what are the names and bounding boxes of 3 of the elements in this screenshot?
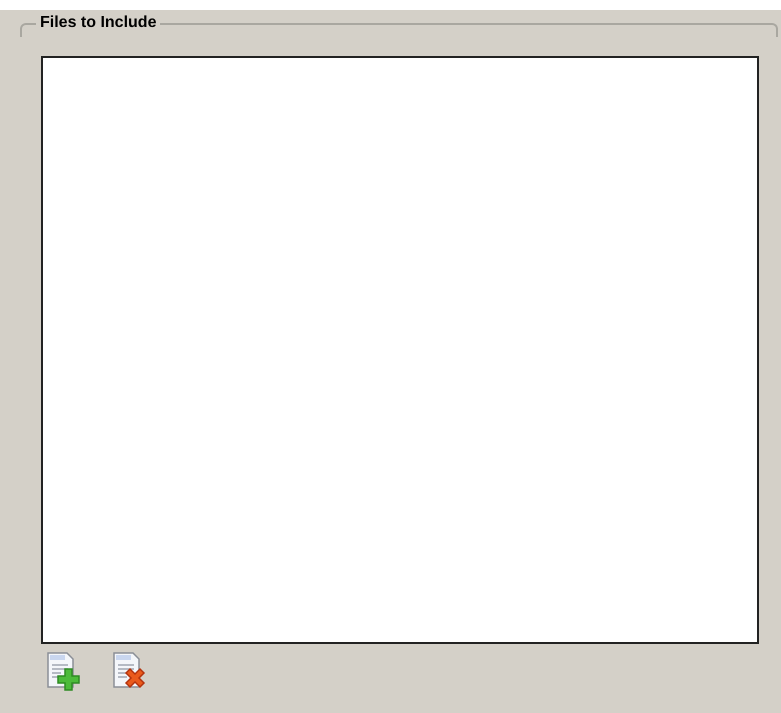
- add-file-icon: [45, 651, 81, 691]
- add-file-button[interactable]: [45, 650, 83, 692]
- remove-file-icon: [111, 651, 147, 691]
